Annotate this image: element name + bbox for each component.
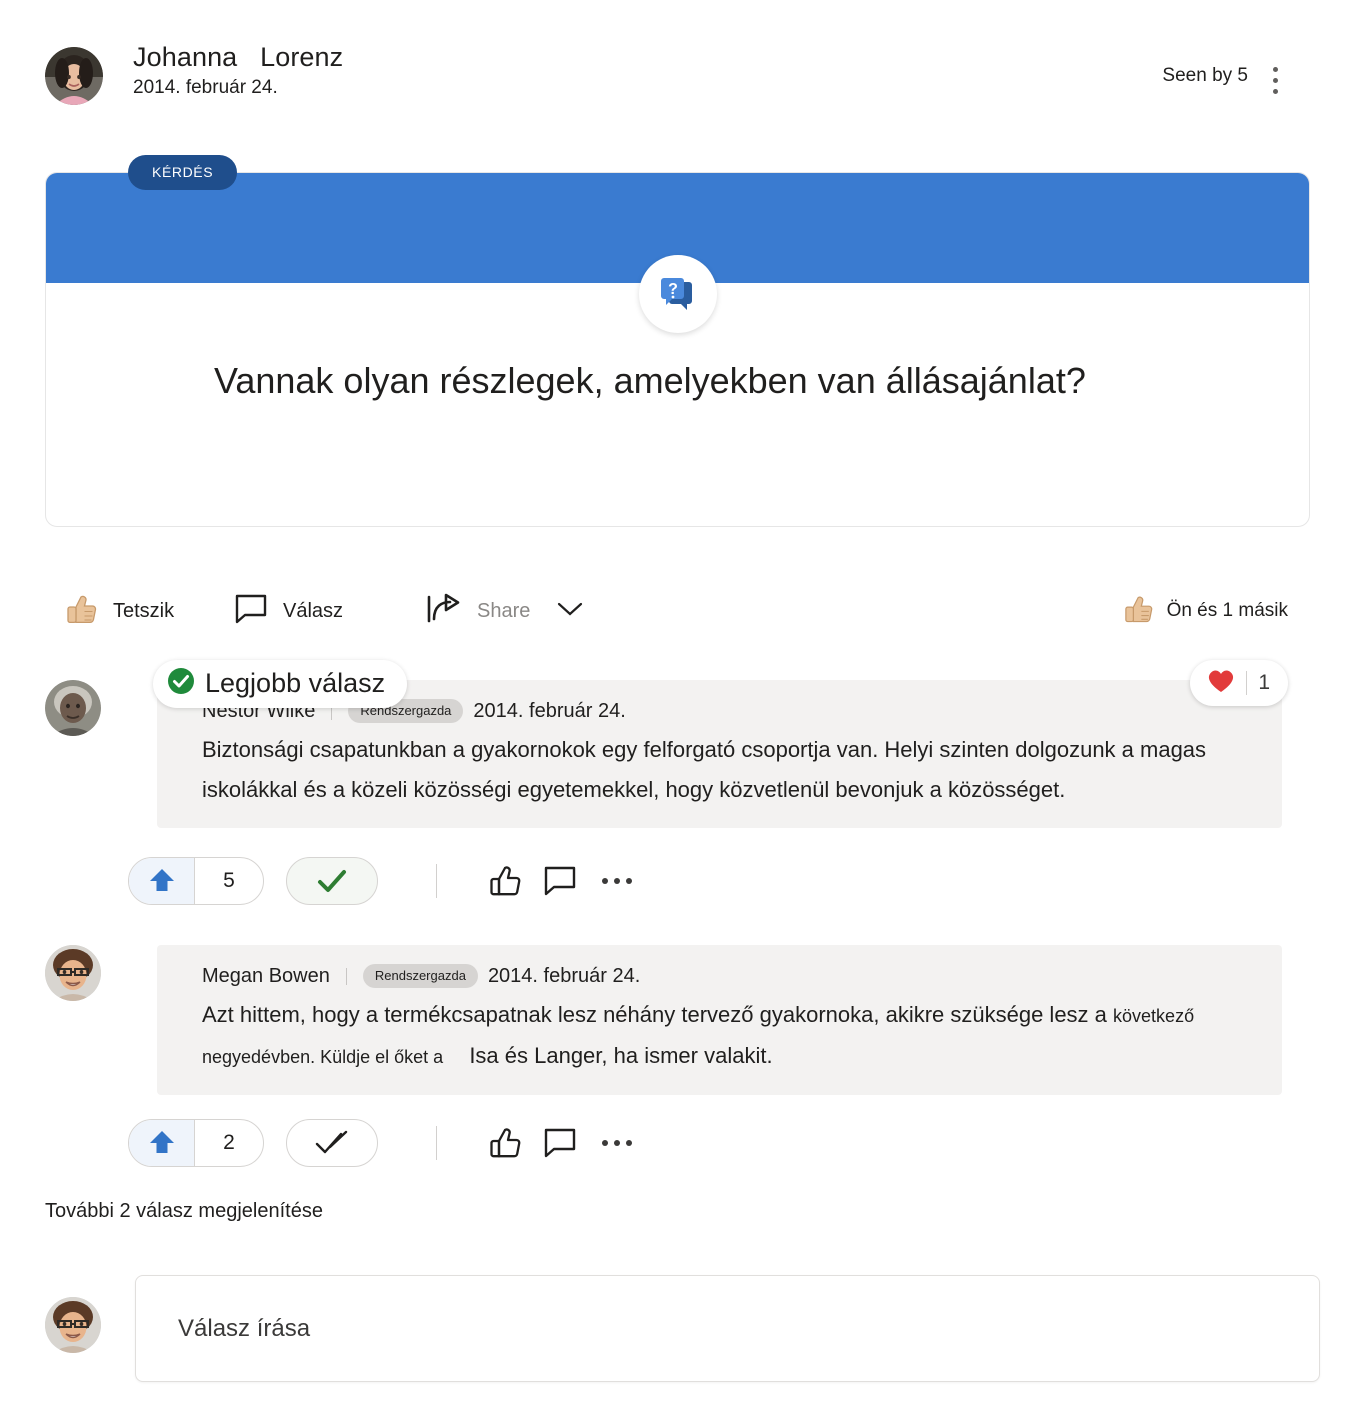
question-type-badge: KÉRDÉS — [128, 155, 238, 190]
upvote-pill[interactable]: 2 — [128, 1119, 264, 1167]
question-chat-icon: ? — [638, 255, 717, 333]
thumbs-up-icon — [1123, 594, 1155, 629]
chevron-down-icon[interactable] — [556, 600, 584, 623]
upvote-pill[interactable]: 5 — [128, 857, 264, 905]
post-action-bar: Tetszik Válasz Share Ön és 1 másik — [45, 585, 1310, 641]
divider — [436, 864, 437, 898]
reply-button[interactable]: Válasz — [235, 585, 343, 637]
reply-date: 2014. február 24. — [487, 964, 641, 987]
reply-more-button[interactable] — [589, 857, 645, 905]
comment-reply-button[interactable] — [533, 857, 589, 905]
reply-composer: Válasz írása — [45, 1275, 1320, 1385]
avatar[interactable] — [45, 945, 101, 1001]
reply-input[interactable]: Válasz írása — [135, 1275, 1320, 1382]
thumbs-up-icon — [65, 593, 99, 630]
comment-icon — [235, 594, 269, 629]
upvote-icon[interactable] — [129, 1120, 195, 1166]
avatar-image — [45, 945, 101, 1001]
reply-label: Válasz — [283, 599, 344, 622]
comment-icon — [544, 866, 576, 896]
question-text: Vannak olyan részlegek, amelyekben van á… — [214, 360, 1086, 401]
check-circle-icon — [167, 667, 195, 700]
upvote-icon[interactable] — [129, 858, 195, 904]
post-date: 2014. február 24. — [133, 77, 278, 98]
comment-icon — [544, 1128, 576, 1158]
reply-input-placeholder: Válasz írása — [178, 1314, 311, 1342]
reply-actions: 5 — [128, 855, 645, 907]
likes-summary-label: Ön és 1 másik — [1166, 600, 1288, 621]
avatar — [45, 1297, 101, 1353]
svg-text:?: ? — [668, 281, 678, 298]
author-name[interactable]: Johanna Lorenz — [133, 42, 343, 73]
reply-meta: Megan Bowen Rendszergazda 2014. február … — [202, 959, 1262, 993]
share-icon — [425, 593, 463, 630]
avatar-image — [45, 47, 103, 105]
reply-more-button[interactable] — [589, 1119, 645, 1167]
thumbs-up-icon — [490, 866, 521, 896]
reaction-pill[interactable]: 1 — [1190, 660, 1288, 706]
likes-summary[interactable]: Ön és 1 másik — [1123, 585, 1288, 637]
mark-answer-button[interactable] — [286, 857, 378, 905]
upvote-count: 5 — [223, 869, 235, 892]
question-card: KÉRDÉS ? Vannak olyan részlegek, amelyek… — [45, 155, 1310, 527]
double-check-icon — [315, 1130, 348, 1154]
avatar[interactable] — [45, 680, 101, 736]
more-vertical-icon[interactable] — [1262, 61, 1288, 99]
heart-icon — [1206, 667, 1236, 699]
avatar[interactable] — [45, 47, 103, 105]
seen-by-label: Seen by 5 — [1162, 65, 1248, 86]
share-label: Share — [477, 599, 531, 622]
thumbs-up-icon — [490, 1128, 521, 1158]
upvote-count: 2 — [223, 1131, 235, 1154]
like-reply-button[interactable] — [477, 857, 533, 905]
reply-bubble: Megan Bowen Rendszergazda 2014. február … — [157, 945, 1282, 1095]
share-button[interactable]: Share — [425, 585, 584, 637]
reply-text-part1: Azt hittem, hogy a termékcsapatnak lesz … — [202, 1002, 1107, 1027]
divider — [345, 967, 347, 985]
reply-text: Azt hittem, hogy a termékcsapatnak lesz … — [202, 995, 1262, 1077]
like-reply-button[interactable] — [477, 1119, 533, 1167]
reply-author[interactable]: Megan Bowen — [202, 965, 330, 988]
check-icon — [318, 870, 346, 892]
avatar-image — [45, 680, 101, 736]
like-label: Tetszik — [113, 599, 175, 622]
post-header: Johanna Lorenz 2014. február 24. Seen by… — [45, 42, 1310, 115]
divider — [436, 1126, 437, 1160]
comment-reply-button[interactable] — [533, 1119, 589, 1167]
avatar-image — [45, 1297, 101, 1353]
reply-date: 2014. február 24. — [473, 699, 626, 722]
mark-answer-button[interactable] — [286, 1119, 378, 1167]
question-chat-glyph: ? — [660, 278, 692, 310]
reply-text-mention: Isa és Langer, ha ismer valakit. — [469, 1043, 773, 1068]
reply-text: Biztonsági csapatunkban a gyakornokok eg… — [202, 737, 1207, 802]
reply-actions: 2 — [128, 1117, 645, 1169]
like-button[interactable]: Tetszik — [65, 585, 174, 637]
role-badge: Rendszergazda — [362, 964, 478, 988]
show-more-replies-link[interactable]: További 2 válasz megjelenítése — [45, 1200, 323, 1223]
best-answer-label: Legjobb válasz — [205, 668, 386, 698]
best-answer-badge: Legjobb válasz — [153, 660, 408, 708]
author-block: Johanna Lorenz 2014. február 24. — [133, 42, 343, 99]
reaction-count: 1 — [1246, 671, 1270, 695]
